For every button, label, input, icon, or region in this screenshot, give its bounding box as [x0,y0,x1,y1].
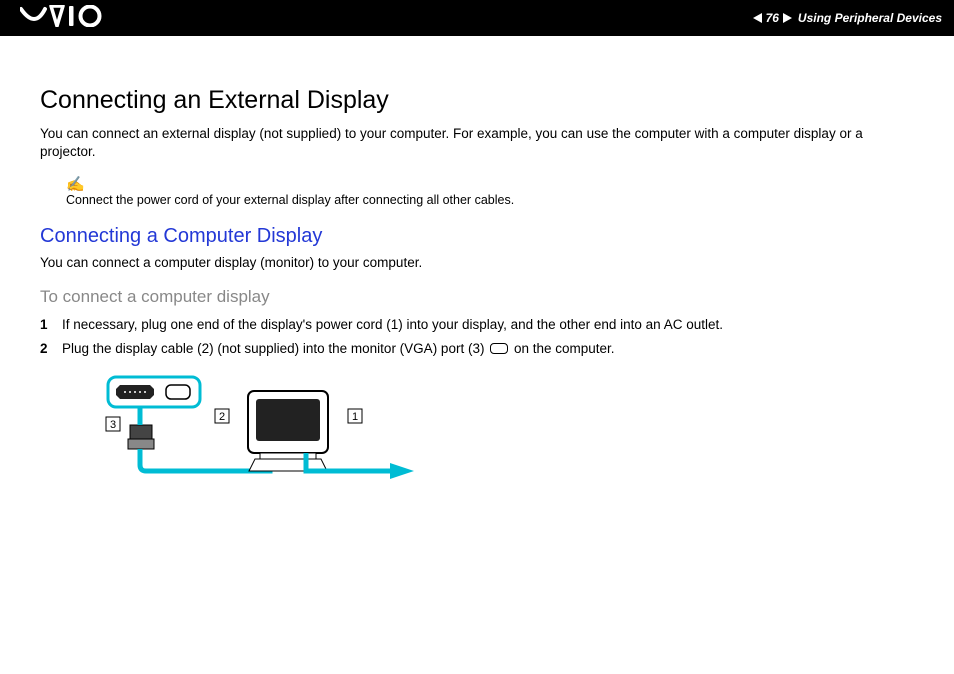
section-title: Using Peripheral Devices [798,11,942,25]
vga-port-icon [490,343,508,354]
subsection-intro: You can connect a computer display (moni… [40,254,914,272]
step-text: If necessary, plug one end of the displa… [62,315,723,335]
header-nav: 76 Using Peripheral Devices [753,11,942,25]
step-item: Plug the display cable (2) (not supplied… [40,339,914,359]
note-block: ✍ Connect the power cord of your externa… [66,175,914,209]
step-list: If necessary, plug one end of the displa… [40,315,914,360]
diagram-label-1: 1 [352,411,358,423]
task-heading: To connect a computer display [40,287,914,307]
page-content: Connecting an External Display You can c… [0,36,954,488]
page-number: 76 [766,11,779,25]
step-text: Plug the display cable (2) (not supplied… [62,339,615,359]
intro-paragraph: You can connect an external display (not… [40,125,914,161]
page-header: 76 Using Peripheral Devices [0,0,954,36]
prev-page-arrow-icon[interactable] [753,13,762,23]
step-item: If necessary, plug one end of the displa… [40,315,914,335]
next-page-arrow-icon[interactable] [783,13,792,23]
diagram-label-2: 2 [219,411,225,423]
page-title: Connecting an External Display [40,86,914,115]
diagram-label-3: 3 [110,419,116,431]
note-text: Connect the power cord of your external … [66,193,514,207]
subsection-title: Connecting a Computer Display [40,225,914,248]
note-icon: ✍ [66,175,914,193]
vaio-logo [20,5,110,32]
connection-diagram: 3 2 1 [70,373,914,488]
